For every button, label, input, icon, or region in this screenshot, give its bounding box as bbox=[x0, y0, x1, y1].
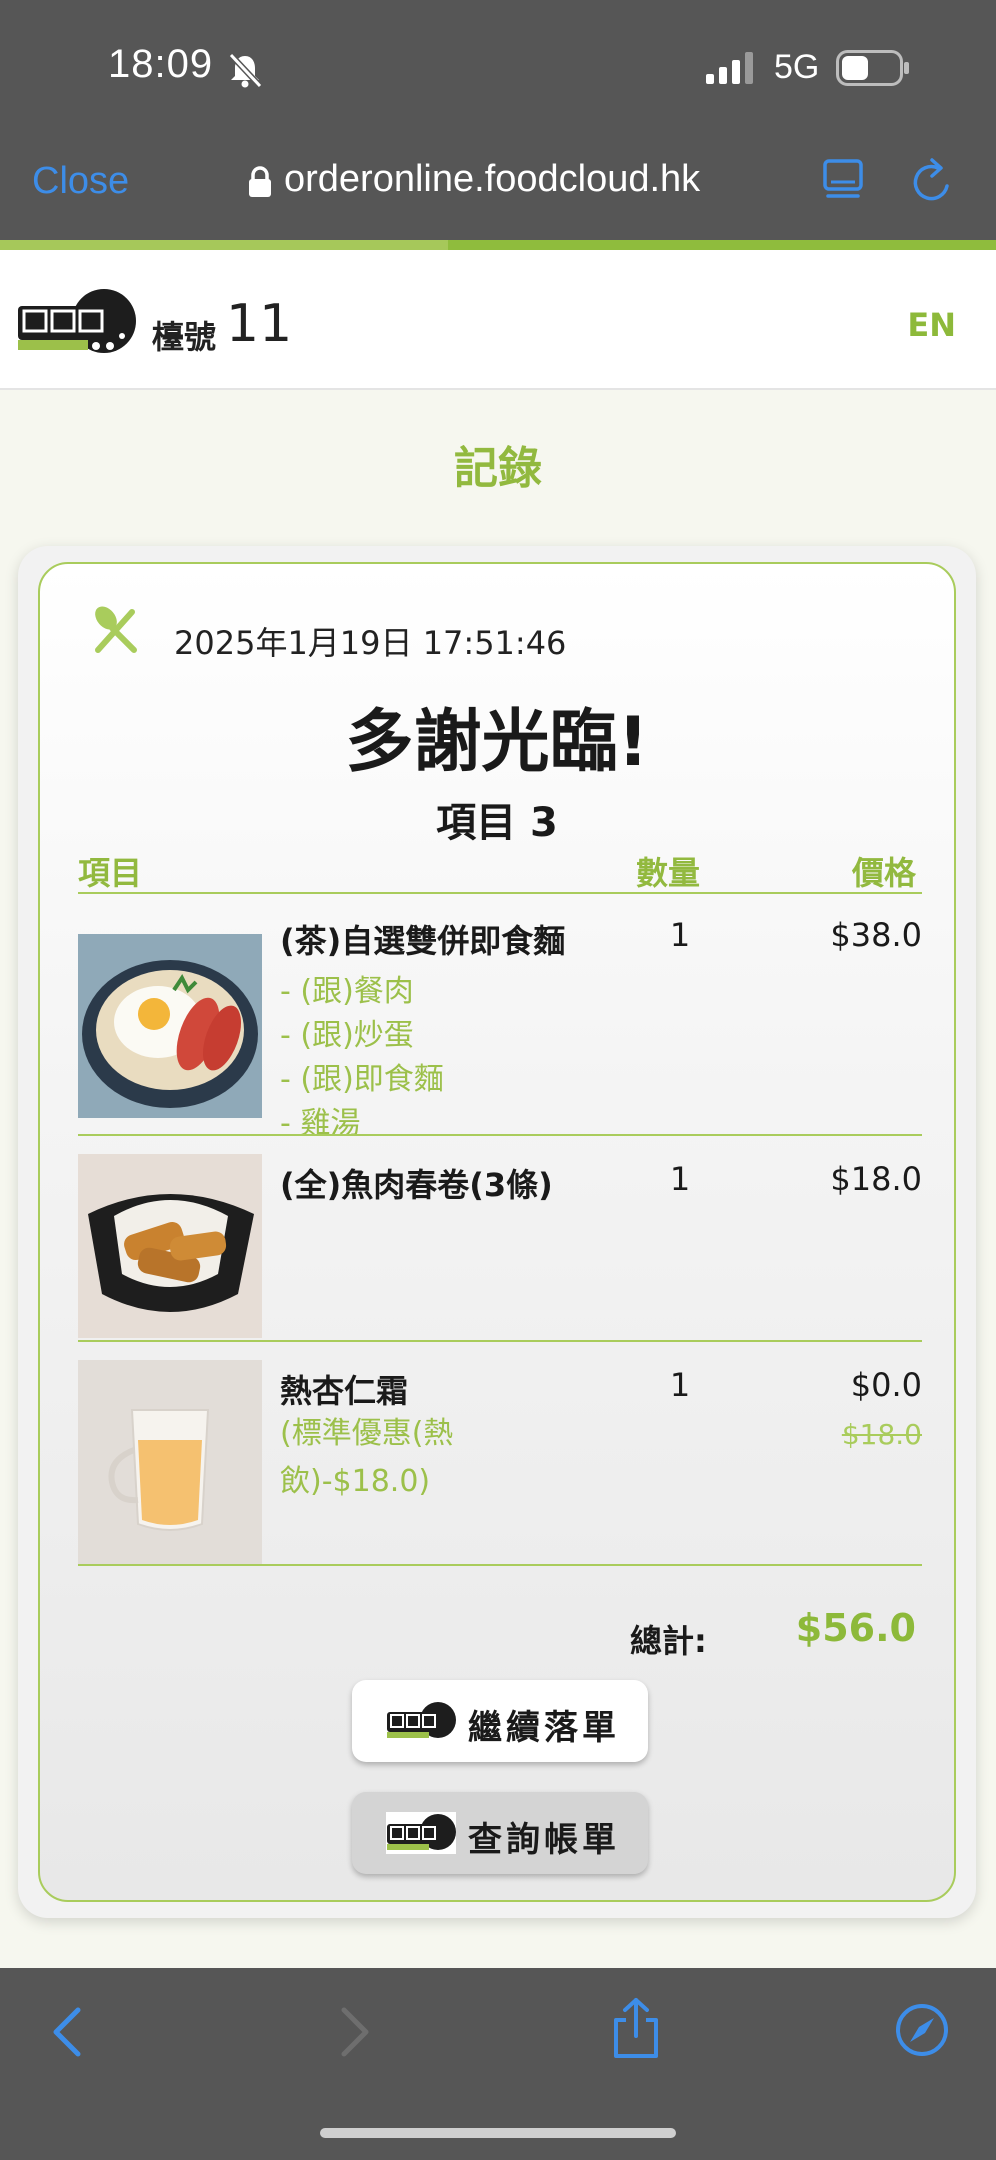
browser-chrome: 18:09 5G Close orderonline.foodcloud.hk bbox=[0, 0, 996, 240]
item-qty: 1 bbox=[669, 916, 691, 954]
share-icon[interactable] bbox=[610, 1996, 662, 2060]
view-bill-label: 查詢帳單 bbox=[468, 1820, 620, 1860]
column-header-item: 項目 bbox=[78, 854, 143, 892]
page-title: 記錄 bbox=[454, 443, 542, 494]
order-row: 熱杏仁霜 1 $0.0 $18.0 (標準優惠(熱飲)-$18.0) bbox=[78, 1342, 922, 1566]
order-card: 2025年1月19日 17:51:46 多謝光臨! 項目 3 項目 數量 價格 … bbox=[18, 546, 976, 1918]
language-toggle[interactable]: EN bbox=[907, 306, 956, 344]
item-price: $18.0 bbox=[830, 1160, 922, 1198]
table-label: 檯號 bbox=[152, 318, 217, 356]
order-row: (茶)自選雙併即食麵 1 $38.0 - (跟)餐肉 - (跟)炒蛋 - (跟)… bbox=[78, 894, 922, 1141]
item-original-price: $18.0 bbox=[841, 1418, 922, 1451]
battery-icon bbox=[836, 50, 909, 86]
item-option: - (跟)即食麵 bbox=[280, 1062, 444, 1097]
url-field[interactable]: orderonline.foodcloud.hk bbox=[284, 158, 700, 201]
forward-icon[interactable] bbox=[338, 2004, 374, 2060]
column-header-qty: 數量 bbox=[636, 854, 701, 892]
table-number: 11 bbox=[226, 294, 293, 354]
status-time: 18:09 bbox=[108, 42, 214, 86]
total-value: $56.0 bbox=[795, 1606, 916, 1650]
column-header-price: 價格 bbox=[851, 854, 916, 892]
utensils-icon bbox=[95, 606, 137, 653]
order-timestamp: 2025年1月19日 17:51:46 bbox=[174, 624, 567, 662]
item-thumbnail bbox=[78, 934, 262, 1118]
item-thumbnail bbox=[78, 1154, 262, 1338]
item-discount: (標準優惠(熱飲)-$18.0) bbox=[280, 1416, 454, 1499]
back-icon[interactable] bbox=[48, 2004, 84, 2060]
brand-logo bbox=[386, 1812, 456, 1854]
network-label: 5G bbox=[774, 48, 820, 86]
page-load-progress bbox=[0, 240, 996, 250]
home-indicator bbox=[320, 2128, 676, 2138]
thanks-title: 多謝光臨! bbox=[345, 703, 649, 782]
compass-icon[interactable] bbox=[894, 2002, 950, 2058]
item-name: (全)魚肉春卷(3條) bbox=[280, 1166, 553, 1204]
page-load-progress-fill bbox=[0, 240, 449, 250]
lock-icon bbox=[249, 166, 271, 197]
item-qty: 1 bbox=[669, 1160, 691, 1198]
item-option: - (跟)炒蛋 bbox=[280, 1018, 414, 1053]
order-row: (全)魚肉春卷(3條) 1 $18.0 bbox=[78, 1136, 922, 1342]
reader-icon[interactable] bbox=[822, 158, 864, 204]
item-thumbnail bbox=[78, 1360, 262, 1564]
reload-icon[interactable] bbox=[910, 156, 956, 206]
brand-logo bbox=[18, 289, 136, 353]
signal-icon bbox=[706, 52, 753, 84]
item-price: $38.0 bbox=[830, 916, 922, 954]
order-card-inner: 2025年1月19日 17:51:46 多謝光臨! 項目 3 項目 數量 價格 … bbox=[38, 562, 956, 1902]
item-name: 熱杏仁霜 bbox=[280, 1372, 409, 1410]
app-header: 檯號 11 EN bbox=[0, 250, 996, 390]
close-button[interactable]: Close bbox=[32, 160, 129, 203]
item-name: (茶)自選雙併即食麵 bbox=[280, 922, 566, 960]
item-qty: 1 bbox=[669, 1366, 691, 1404]
bell-muted-icon bbox=[228, 52, 262, 88]
continue-order-button[interactable]: 繼續落單 bbox=[352, 1680, 648, 1762]
row-divider bbox=[78, 1564, 922, 1566]
item-count: 項目 3 bbox=[436, 800, 558, 846]
total-label: 總計: bbox=[630, 1622, 707, 1660]
view-bill-button[interactable]: 查詢帳單 bbox=[352, 1792, 648, 1874]
continue-order-label: 繼續落單 bbox=[468, 1708, 620, 1748]
item-price: $0.0 bbox=[850, 1366, 922, 1404]
item-option: - (跟)餐肉 bbox=[280, 974, 414, 1009]
brand-logo bbox=[387, 1702, 456, 1738]
